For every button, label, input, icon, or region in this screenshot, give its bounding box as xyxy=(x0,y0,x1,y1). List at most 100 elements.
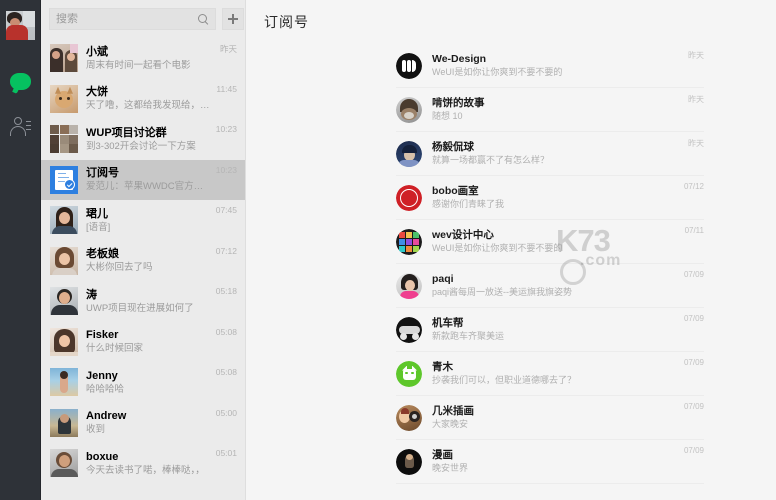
subscription-list-item[interactable]: 杨毅侃球 就算一场都赢不了有怎么样？ 昨天 xyxy=(396,132,704,176)
chat-list[interactable]: 小斌周末有时间一起看个电影昨天大饼天了噜，这都给我发现给，你知道... 11:45… xyxy=(41,38,245,500)
chat-name: Fisker xyxy=(86,329,119,342)
subscription-name: 漫画 xyxy=(432,449,453,461)
chat-list-item[interactable]: Jenny 哈哈哈哈 05:08 xyxy=(41,362,245,403)
subscription-list-item[interactable]: 啃饼的故事 随想 10 昨天 xyxy=(396,88,704,132)
search-icon xyxy=(198,13,209,25)
subscription-preview: 感谢你们青睐了我 xyxy=(432,199,505,209)
chat-preview: UWP项目现在进展如何了 xyxy=(86,302,194,314)
chat-list-item[interactable]: Fisker 什么时候回家 05:08 xyxy=(41,322,245,363)
subscription-date: 07/09 xyxy=(683,270,704,279)
subscription-avatar xyxy=(396,360,422,387)
subscription-name: We-Design xyxy=(432,53,487,65)
subscription-avatar xyxy=(396,448,422,475)
subscription-text: 啃饼的故事随想 10 xyxy=(432,96,688,123)
subscription-name: 青木 xyxy=(432,361,453,373)
add-button[interactable] xyxy=(222,8,244,30)
chat-list-item[interactable]: 小斌 周末有时间一起看个电影 昨天 xyxy=(41,38,245,79)
subscription-preview: 就算一场都赢不了有怎么样？ xyxy=(432,155,550,165)
chat-text: Fisker 什么时候回家 xyxy=(86,328,212,355)
chat-text: Andrew 收到 xyxy=(86,409,212,436)
chat-list-item[interactable]: WUP项目讨论群 到3-302开会讨论一下方案 10:23 xyxy=(41,119,245,160)
subscription-date: 昨天 xyxy=(688,95,704,104)
chat-list-item[interactable]: 大饼天了噜，这都给我发现给，你知道... 11:45 xyxy=(41,79,245,120)
search-bar xyxy=(41,0,245,38)
main-panel: 订阅号 We-Design WeUI是如你让你爽到不要不要的 昨天 啃饼的故事 随想 1… xyxy=(246,0,776,500)
chat-text: 订阅号 爱范儿：苹果WWDC官方时间... xyxy=(86,166,212,193)
subscription-name: 啃饼的故事 xyxy=(432,97,485,109)
subscription-text: We-Design WeUI是如你让你爽到不要不要的 xyxy=(432,52,688,79)
chat-avatar xyxy=(50,84,78,113)
subscription-text: wev设计中心 WeUI是如你让你爽到不要不要的 xyxy=(432,228,685,255)
subscription-name: paqi xyxy=(432,273,454,285)
subscription-preview: 晚安世界 xyxy=(432,463,469,473)
subscription-preview: WeUI是如你让你爽到不要不要的 xyxy=(432,243,563,253)
subscription-avatar xyxy=(396,404,422,431)
subscription-preview: 大家晚安 xyxy=(432,419,469,429)
chat-text: 老板娘 大彬你回去了吗 xyxy=(86,247,212,274)
main-header: 订阅号 xyxy=(246,0,776,44)
subscription-preview: 新款跑车齐聚美运 xyxy=(432,331,505,341)
chat-tab[interactable] xyxy=(0,58,41,104)
subscription-date: 07/09 xyxy=(683,402,704,411)
subscription-preview: WeUI是如你让你爽到不要不要的 xyxy=(432,67,563,77)
subscription-avatar xyxy=(396,184,422,211)
subscription-list-item[interactable]: 青木 抄袭我们可以，但职业道德哪去了？ 07/09 xyxy=(396,352,704,396)
chat-name: WUP项目讨论群 xyxy=(86,126,167,139)
subscription-list-item[interactable]: 几米插画 大家晚安 07/09 xyxy=(396,396,704,440)
chat-preview: [语音] xyxy=(86,221,111,233)
subscription-preview: 随想 10 xyxy=(432,111,463,121)
search-box[interactable] xyxy=(49,8,216,30)
chat-bubble-icon xyxy=(9,72,31,90)
chat-time: 10:23 xyxy=(215,164,237,175)
subscription-text: 几米插画 大家晚安 xyxy=(432,404,684,431)
subscription-date: 昨天 xyxy=(688,139,704,148)
subscription-list-item[interactable]: wev设计中心 WeUI是如你让你爽到不要不要的 07/11 xyxy=(396,220,704,264)
subscription-name: 几米插画 xyxy=(432,405,474,417)
subscription-list-item[interactable]: paqi paqi酱每周一放送--美运旗我旗姿势 07/09 xyxy=(396,264,704,308)
chat-list-item[interactable]: 涛 UWP项目现在进展如何了 05:18 xyxy=(41,281,245,322)
chat-time: 11:45 xyxy=(216,83,237,94)
subscription-list-item[interactable]: 机车帮 新款跑车齐聚美运 07/09 xyxy=(396,308,704,352)
chat-preview: 天了噜，这都给我发现给，你知道... xyxy=(86,100,212,112)
chat-list-item[interactable]: 老板娘 大彬你回去了吗 07:12 xyxy=(41,241,245,282)
subscription-list[interactable]: We-Design WeUI是如你让你爽到不要不要的 昨天 啃饼的故事 随想 10 昨天杨… xyxy=(246,44,776,500)
chat-avatar xyxy=(50,287,78,316)
chat-time: 05:08 xyxy=(215,326,237,337)
subscription-name: bobo画室 xyxy=(432,185,479,197)
chat-time: 05:18 xyxy=(215,286,237,296)
chat-list-item[interactable]: Andrew 收到 05:00 xyxy=(41,403,245,444)
chat-name: 珺儿 xyxy=(86,207,108,220)
subscription-list-item[interactable]: We-Design WeUI是如你让你爽到不要不要的 昨天 xyxy=(396,44,704,88)
chat-list-item[interactable]: 珺儿 [语音] 07:45 xyxy=(41,200,245,241)
chat-preview: 哈哈哈哈 xyxy=(86,383,125,395)
chat-avatar xyxy=(50,368,78,397)
contacts-icon xyxy=(10,117,31,137)
chat-preview: 大彬你回去了吗 xyxy=(86,262,153,274)
chat-list-item[interactable]: boxue 今天去读书了喏，棒棒哒，， 05:01 xyxy=(41,443,245,484)
contacts-tab[interactable] xyxy=(0,104,41,150)
chat-avatar xyxy=(50,449,78,478)
subscription-list-item[interactable]: bobo画室感谢你们青睐了我 07/12 xyxy=(396,176,704,220)
search-input[interactable] xyxy=(56,13,198,25)
subscription-avatar xyxy=(396,228,422,255)
chat-text: 珺儿 [语音] xyxy=(86,207,212,234)
chat-preview: 今天去读书了喏，棒棒哒，， xyxy=(86,464,205,476)
subscription-avatar xyxy=(396,140,422,167)
chat-preview: 什么时候回家 xyxy=(86,343,144,355)
chat-time: 10:23 xyxy=(215,124,237,134)
subscription-date: 07/12 xyxy=(683,182,704,191)
chat-avatar xyxy=(50,206,78,235)
subscription-date: 昨天 xyxy=(688,51,704,60)
chat-avatar xyxy=(50,125,78,154)
chat-list-item[interactable]: 订阅号 爱范儿：苹果WWDC官方时间... 10:23 xyxy=(41,159,245,200)
chat-list-panel: 小斌周末有时间一起看个电影昨天大饼天了噜，这都给我发现给，你知道... 11:45… xyxy=(41,0,246,500)
chat-text: 大饼天了噜，这都给我发现给，你知道... xyxy=(86,85,212,112)
chat-name: 大饼 xyxy=(86,86,108,99)
chat-preview: 周末有时间一起看个电影 xyxy=(86,59,191,71)
user-avatar[interactable] xyxy=(5,11,35,40)
chat-avatar xyxy=(50,246,78,275)
chat-name: Andrew xyxy=(86,410,127,423)
chat-text: Jenny 哈哈哈哈 xyxy=(86,369,212,396)
subscription-avatar xyxy=(396,272,422,299)
subscription-list-item[interactable]: 漫画 晚安世界 07/09 xyxy=(396,440,704,484)
